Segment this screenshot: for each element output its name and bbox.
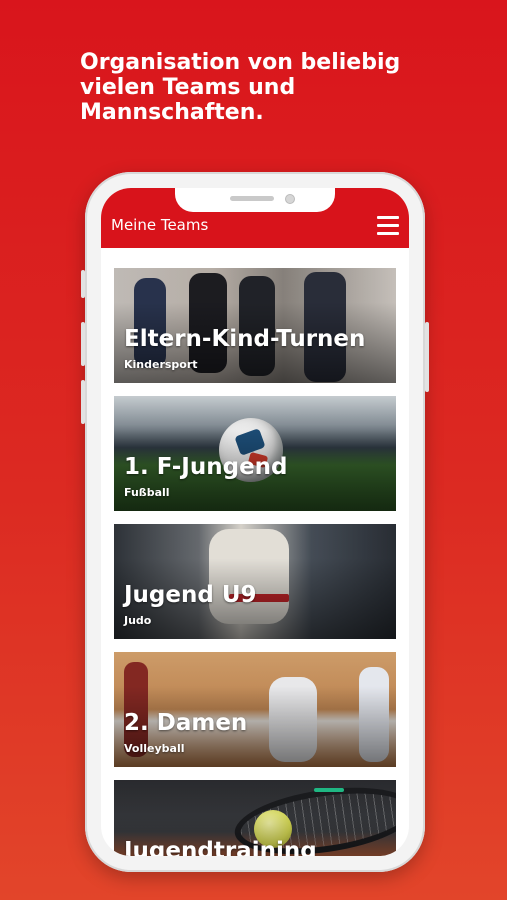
team-card-eltern-kind-turnen[interactable]: Eltern-Kind-Turnen Kindersport [114,268,396,383]
promo-headline: Organisation von beliebig vielen Teams u… [80,50,401,125]
team-sport: Judo [124,614,152,627]
team-name: Jugendtraining [124,838,317,856]
team-name: Jugend U9 [124,582,257,608]
phone-mute-switch [81,270,85,298]
phone-notch [175,188,335,212]
app-screen: Meine Teams Eltern-Kind-Turnen Kinderspo… [101,188,409,856]
team-name: 1. F-Jungend [124,454,288,480]
team-card-f-jungend[interactable]: 1. F-Jungend Fußball [114,396,396,511]
phone-volume-up [81,322,85,366]
phone-mockup: Meine Teams Eltern-Kind-Turnen Kinderspo… [81,172,429,872]
speaker-grille [230,196,274,201]
page-title: Meine Teams [111,216,209,234]
team-card-jugend-u9[interactable]: Jugend U9 Judo [114,524,396,639]
phone-volume-down [81,380,85,424]
team-sport: Fußball [124,486,170,499]
team-card-2-damen[interactable]: 2. Damen Volleyball [114,652,396,767]
team-list: Eltern-Kind-Turnen Kindersport 1. F-Jung… [114,268,396,856]
team-card-jugendtraining[interactable]: Jugendtraining [114,780,396,856]
team-name: 2. Damen [124,710,248,736]
team-sport: Kindersport [124,358,198,371]
phone-power-button [425,322,429,392]
hamburger-menu-icon[interactable] [377,216,399,235]
team-sport: Volleyball [124,742,185,755]
team-name: Eltern-Kind-Turnen [124,326,366,352]
camera-icon [285,194,295,204]
